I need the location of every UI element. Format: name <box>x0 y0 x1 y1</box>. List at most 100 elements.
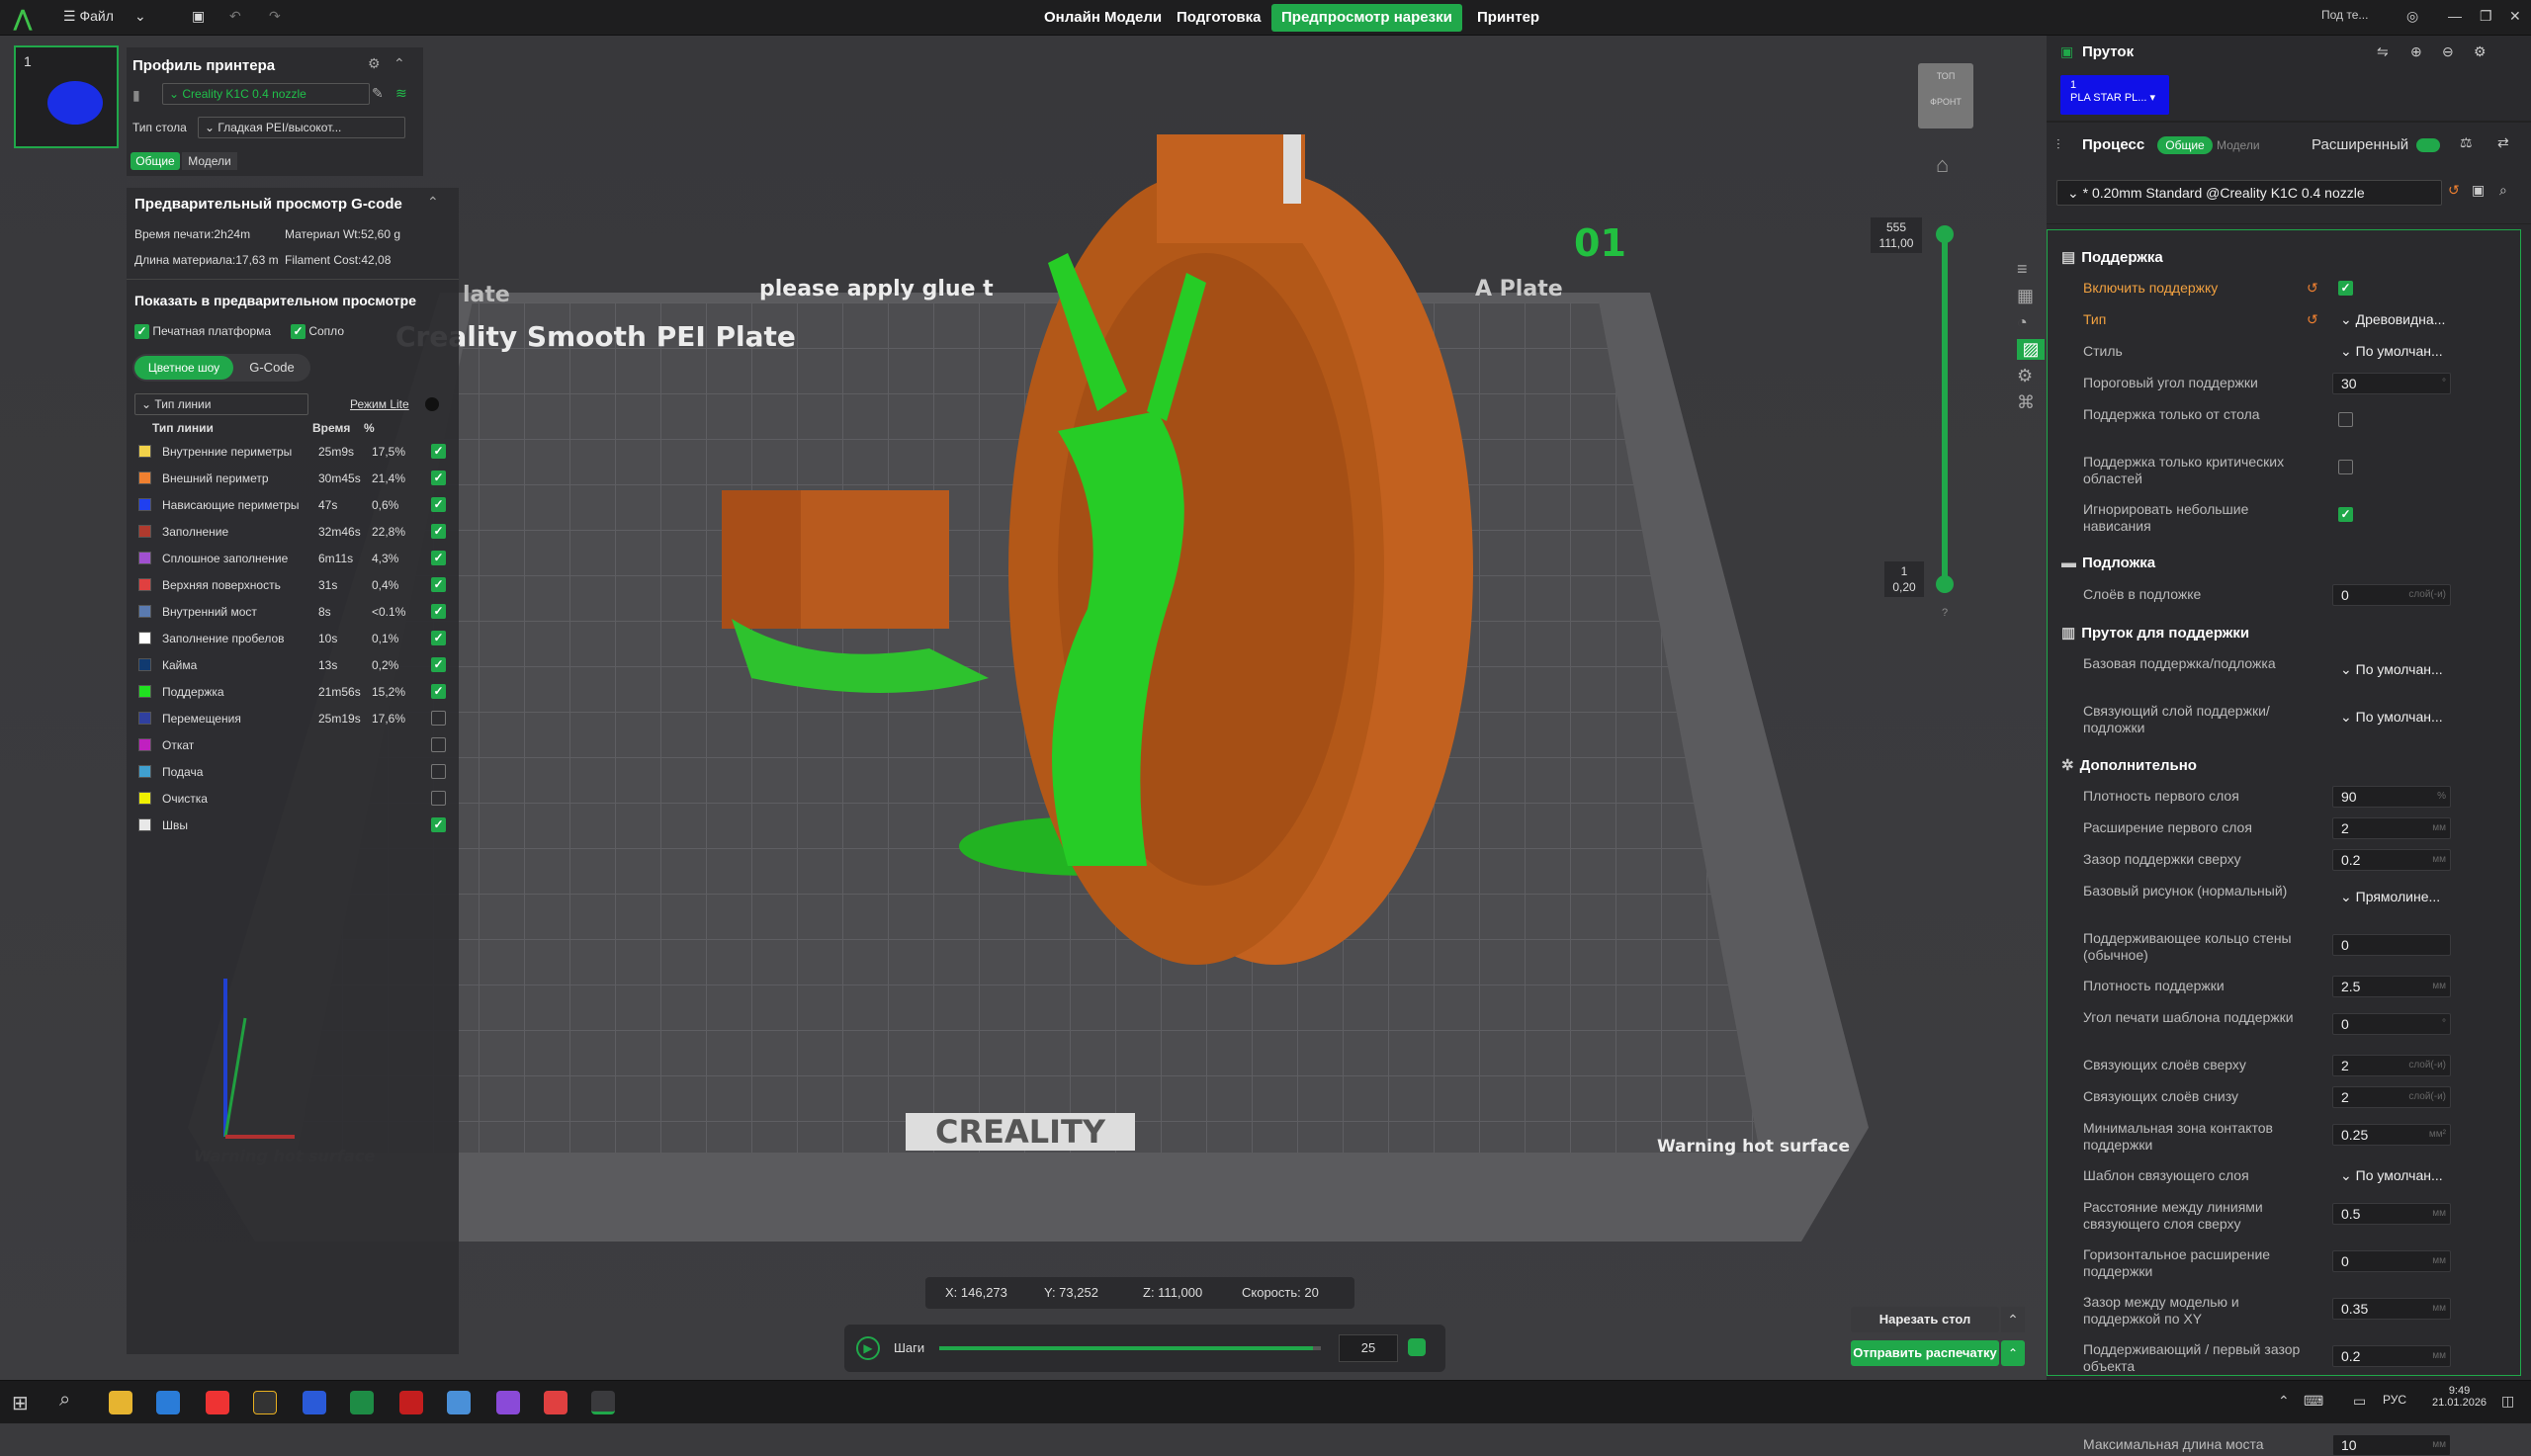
undo-icon[interactable]: ↺ <box>2307 311 2318 328</box>
tab-preview[interactable]: Предпросмотр нарезки <box>1271 4 1462 32</box>
reset-icon[interactable]: ⇄ <box>2497 134 2509 151</box>
slice-plate-button[interactable]: Нарезать стол <box>1851 1307 1999 1332</box>
checkbox-checked-icon[interactable] <box>431 657 446 672</box>
process-preset-select[interactable]: ⌄ * 0.20mm Standard @Creality K1C 0.4 no… <box>2056 180 2442 206</box>
add-filament-icon[interactable]: ⊕ <box>2410 43 2422 60</box>
advanced-toggle[interactable] <box>2416 138 2440 152</box>
collapse-icon[interactable]: ⌃ <box>427 194 439 211</box>
setting-input[interactable]: 2 слой(-и) <box>2332 1086 2451 1108</box>
checkbox-checked-icon[interactable] <box>2338 281 2353 296</box>
checkbox-checked-icon[interactable] <box>134 324 149 339</box>
show-plate-toggle[interactable]: Печатная платформа <box>134 324 271 339</box>
steps-lock-icon[interactable] <box>1408 1338 1426 1356</box>
tab-prepare[interactable]: Подготовка <box>1167 4 1271 32</box>
chevron-down-icon[interactable]: ⌄ <box>134 8 146 25</box>
setting-input[interactable]: 0.35 мм <box>2332 1298 2451 1320</box>
notifications-icon[interactable]: ◫ <box>2501 1393 2514 1410</box>
collapse-icon[interactable]: ⌃ <box>393 55 405 72</box>
edit-icon[interactable]: ✎ <box>372 85 384 102</box>
help-icon[interactable]: ◎ <box>2406 8 2418 25</box>
app-icon-3[interactable] <box>496 1391 520 1414</box>
language-indicator[interactable]: РУС <box>2383 1393 2406 1407</box>
setting-input[interactable]: 0 мм <box>2332 1250 2451 1272</box>
undo-icon[interactable]: ↶ <box>229 8 241 25</box>
line-type-select[interactable]: ⌄ Тип линии <box>134 393 308 415</box>
setting-input[interactable]: 0 ° <box>2332 1013 2451 1035</box>
process-tab-models[interactable]: Модели <box>2217 138 2260 152</box>
file-menu[interactable]: ☰ Файл <box>63 8 114 25</box>
plate-thumbnail[interactable]: 1 <box>14 45 119 148</box>
explorer-icon[interactable] <box>109 1391 132 1414</box>
slice-options-icon[interactable]: ⌃ <box>2001 1307 2025 1332</box>
checkbox-unchecked-icon[interactable] <box>431 791 446 806</box>
sliced-model[interactable] <box>692 95 1542 1044</box>
checkbox-checked-icon[interactable] <box>291 324 305 339</box>
table-icon[interactable]: ▦ <box>2017 286 2045 306</box>
view-top-button[interactable]: ТОП <box>1918 71 1973 81</box>
tab-general[interactable]: Общие <box>131 152 180 170</box>
checkbox-unchecked-icon[interactable] <box>431 764 446 779</box>
setting-input[interactable]: 2.5 мм <box>2332 976 2451 997</box>
keyboard-icon[interactable]: ▭ <box>2353 1393 2366 1410</box>
tab-printer[interactable]: Принтер <box>1467 4 1549 32</box>
tray-chevron-icon[interactable]: ⌃ <box>2278 1393 2290 1410</box>
close-icon[interactable]: ✕ <box>2509 8 2521 25</box>
store-icon[interactable] <box>156 1391 180 1414</box>
lite-mode-toggle[interactable]: Режим Lite <box>350 397 409 411</box>
bed-type-select[interactable]: ⌄ Гладкая PEI/высокот... <box>198 117 405 138</box>
setting-input[interactable]: 0.2 мм <box>2332 1345 2451 1367</box>
setting-input[interactable]: 2 мм <box>2332 817 2451 839</box>
filament-sync-icon[interactable]: ⇋ <box>2377 43 2389 60</box>
minimize-icon[interactable]: — <box>2448 8 2462 24</box>
tab-models[interactable]: Модели <box>182 152 237 170</box>
view-cube[interactable]: ТОП ФРОНТ <box>1918 63 1973 128</box>
setting-input[interactable]: 0 слой(-и) <box>2332 584 2451 606</box>
home-icon[interactable]: ⌂ <box>1936 152 1949 178</box>
checkbox-checked-icon[interactable] <box>431 577 446 592</box>
setting-input[interactable]: 10 мм <box>2332 1434 2451 1456</box>
theme-label[interactable]: Под те... <box>2321 8 2368 22</box>
checkbox-unchecked-icon[interactable] <box>431 711 446 726</box>
checkbox-checked-icon[interactable] <box>431 471 446 485</box>
preview-icon[interactable]: ▨ <box>2017 339 2045 360</box>
send-options-icon[interactable]: ⌃ <box>2001 1340 2025 1366</box>
process-tab-general[interactable]: Общие <box>2157 136 2213 154</box>
setting-select[interactable]: ⌄ Древовидна... <box>2332 309 2451 331</box>
setting-input[interactable]: 0.5 мм <box>2332 1203 2451 1225</box>
undo-changes-icon[interactable]: ↺ <box>2448 182 2460 199</box>
yandex-browser-icon[interactable] <box>206 1391 229 1414</box>
setting-input[interactable]: 0.2 мм <box>2332 849 2451 871</box>
gear-icon[interactable]: ⚙ <box>368 55 381 72</box>
checkbox-checked-icon[interactable] <box>431 551 446 565</box>
search-icon[interactable]: ⌕ <box>2499 182 2507 199</box>
wifi-icon[interactable]: ≋ <box>395 85 407 102</box>
remove-filament-icon[interactable]: ⊖ <box>2442 43 2454 60</box>
redo-icon[interactable]: ↷ <box>269 8 281 25</box>
setting-select[interactable]: ⌄ Прямолине... <box>2332 887 2451 908</box>
acrobat-icon[interactable] <box>399 1391 423 1414</box>
maximize-icon[interactable]: ❐ <box>2480 8 2492 25</box>
steps-slider[interactable] <box>939 1346 1321 1350</box>
steps-input[interactable]: 25 <box>1339 1334 1398 1362</box>
network-icon[interactable]: ⌨ <box>2304 1393 2323 1410</box>
lite-mode-switch-icon[interactable] <box>425 397 439 411</box>
checkbox-checked-icon[interactable] <box>2338 507 2353 522</box>
app-icon-2[interactable] <box>447 1391 471 1414</box>
layer-slider-top-handle[interactable] <box>1936 225 1954 243</box>
grid-icon[interactable]: ⌘ <box>2017 392 2045 413</box>
excel-icon[interactable] <box>350 1391 374 1414</box>
windows-start-icon[interactable]: ⊞ <box>12 1391 29 1415</box>
compare-icon[interactable]: ⚖ <box>2460 134 2473 151</box>
slicer-app-icon[interactable] <box>591 1391 615 1414</box>
play-icon[interactable]: ▶ <box>856 1336 880 1360</box>
mode-color-show[interactable]: Цветное шоу <box>134 356 233 380</box>
save-icon[interactable]: ▣ <box>192 8 205 25</box>
checkbox-unchecked-icon[interactable] <box>2338 460 2353 474</box>
show-nozzle-toggle[interactable]: Сопло <box>291 324 344 339</box>
checkbox-checked-icon[interactable] <box>431 631 446 645</box>
save-preset-icon[interactable]: ▣ <box>2472 182 2485 199</box>
printer-select[interactable]: ⌄ Creality K1C 0.4 nozzle <box>162 83 370 105</box>
checkbox-unchecked-icon[interactable] <box>431 737 446 752</box>
checkbox-checked-icon[interactable] <box>431 524 446 539</box>
setting-select[interactable]: ⌄ По умолчан... <box>2332 707 2451 728</box>
